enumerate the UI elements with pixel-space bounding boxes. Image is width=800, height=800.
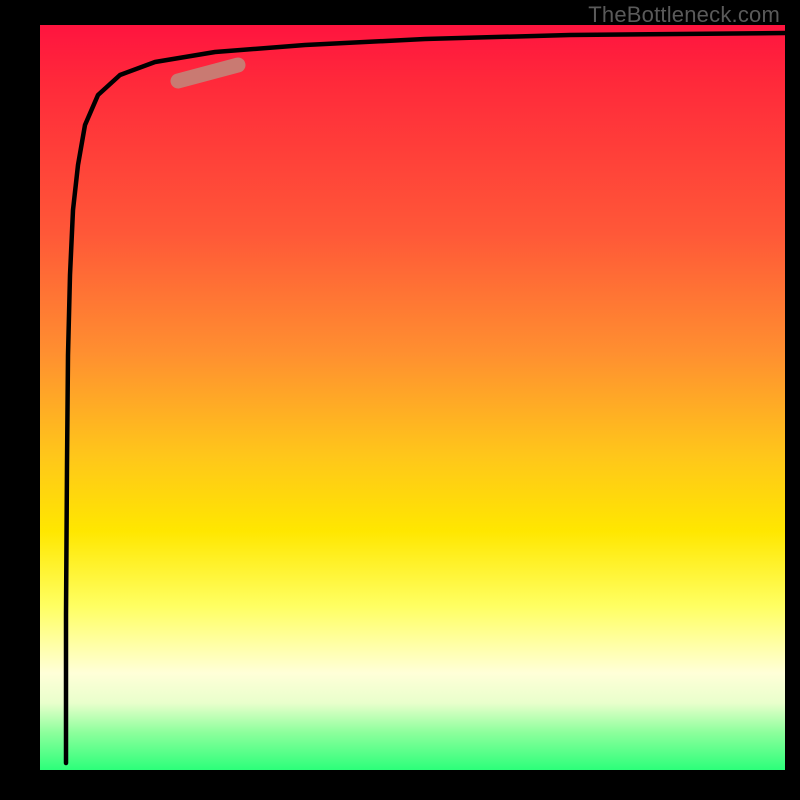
chart-plot-area [40,25,785,770]
gradient-background [40,25,785,770]
